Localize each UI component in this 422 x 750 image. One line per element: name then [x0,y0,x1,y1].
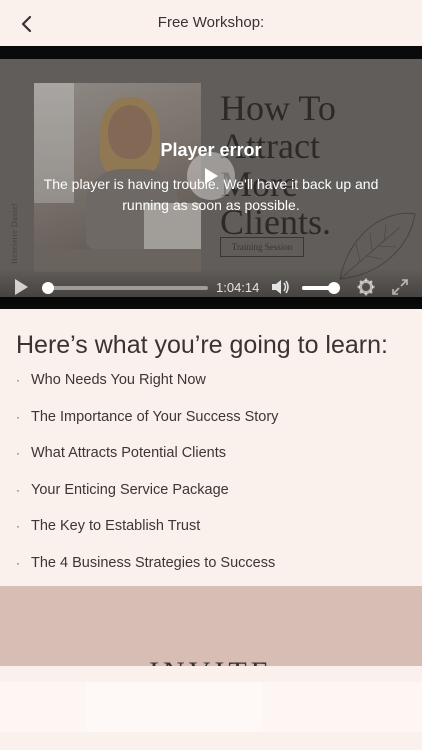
list-item-label: The Key to Establish Trust [31,518,201,535]
invite-heading: INVITE [0,656,422,666]
volume-icon[interactable] [270,277,290,297]
invite-band: INVITE [0,586,422,666]
learn-list: · Who Needs You Right Now · The Importan… [16,372,416,592]
control-play-icon[interactable] [12,278,30,296]
volume-slider[interactable] [302,282,341,294]
list-item: · What Attracts Potential Clients [16,445,416,482]
header-bar: Free Workshop: [0,0,422,46]
list-item-label: Your Enticing Service Package [31,481,229,498]
gear-icon[interactable] [357,278,375,296]
progress-handle[interactable] [42,282,54,294]
list-item-label: The Importance of Your Success Story [31,408,279,425]
list-item-label: Who Needs You Right Now [31,372,206,388]
bullet: · [16,482,20,497]
video-controls: 1:04:14 [0,268,422,304]
footer-card [0,682,422,732]
list-item: · Your Enticing Service Package [16,482,416,519]
player-error-message: The player is having trouble. We'll have… [43,176,379,213]
fullscreen-icon[interactable] [391,278,409,296]
list-item-label: The 4 Business Strategies to Success [31,554,276,571]
bullet: · [16,519,20,534]
video-player[interactable]: Henriette Daniel How To Attract More Cli… [0,46,422,309]
learn-heading: Here’s what you’re going to learn: [16,331,388,359]
learn-section: Here’s what you’re going to learn: · Who… [0,309,422,586]
footer-placeholder [86,682,262,732]
player-error-title: Player error [160,140,262,160]
list-item: · The Key to Establish Trust [16,518,416,555]
bullet: · [16,373,20,387]
volume-handle[interactable] [328,282,341,294]
video-duration: 1:04:14 [216,280,260,295]
list-item-label: What Attracts Potential Clients [31,445,227,462]
bullet: · [16,409,20,424]
list-item: · The Importance of Your Success Story [16,409,416,446]
list-item: · Who Needs You Right Now [16,372,416,409]
footer-bar [0,666,422,750]
bullet: · [16,446,20,461]
bullet: · [16,555,20,570]
page-title: Free Workshop: [157,14,265,31]
progress-bar[interactable] [42,282,208,294]
